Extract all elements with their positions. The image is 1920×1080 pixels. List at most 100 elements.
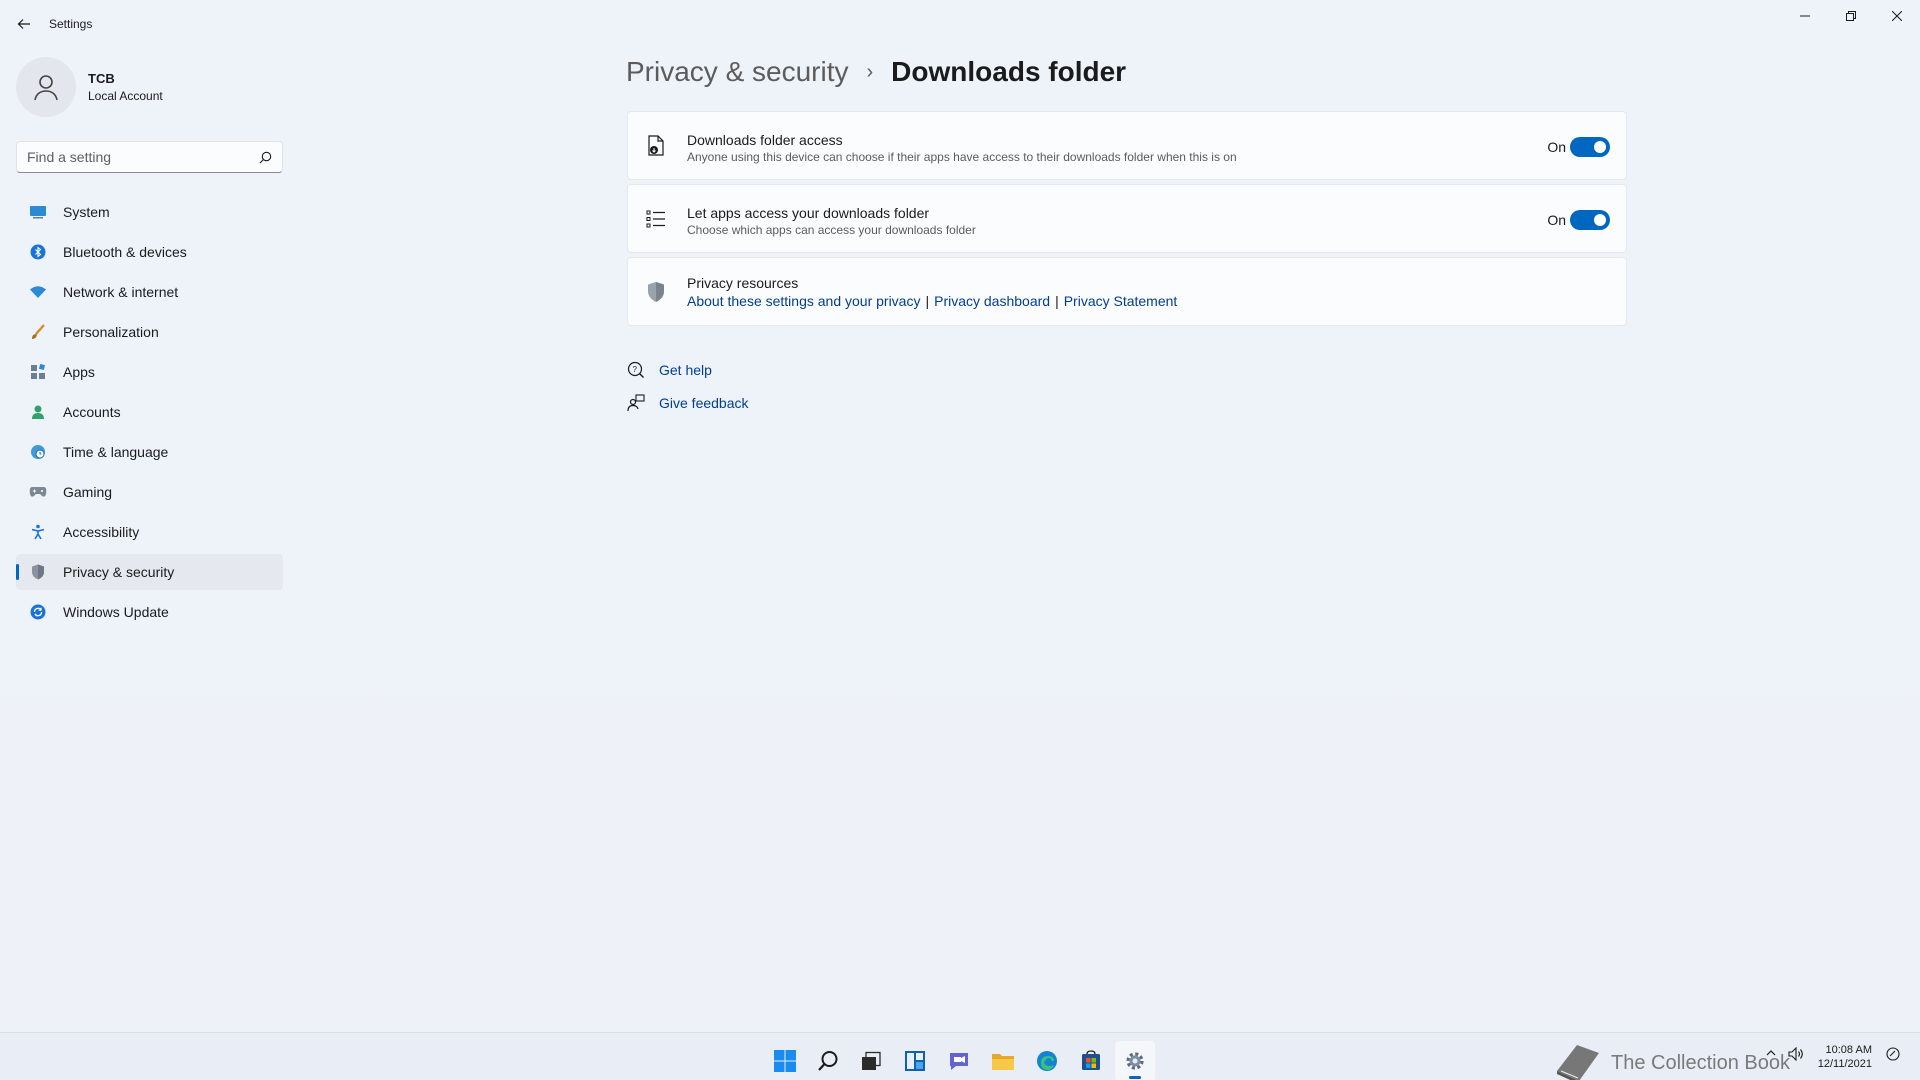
breadcrumb-parent-link[interactable]: Privacy & security — [626, 56, 849, 88]
profile-account-type: Local Account — [88, 89, 163, 103]
toggle-knob — [1594, 214, 1606, 226]
downloads-folder-access-card: Downloads folder access Anyone using thi… — [627, 111, 1627, 180]
watermark: The Collection Book — [1551, 1041, 1790, 1080]
sidebar-item-label: Network & internet — [63, 284, 179, 300]
clock-date: 12/11/2021 — [1817, 1058, 1872, 1070]
person-icon — [28, 402, 48, 422]
minimize-button[interactable] — [1782, 0, 1828, 32]
sidebar-item-label: Bluetooth & devices — [63, 244, 187, 260]
sidebar-item-label: System — [63, 204, 110, 220]
sidebar-item-windows-update[interactable]: Windows Update — [16, 594, 283, 630]
restore-button[interactable] — [1828, 0, 1874, 32]
taskbar-clock[interactable]: 10:08 AM 12/11/2021 — [1818, 1043, 1872, 1071]
privacy-statement-link[interactable]: Privacy Statement — [1064, 293, 1178, 309]
page-title: Downloads folder — [891, 56, 1127, 87]
sidebar-item-bluetooth[interactable]: Bluetooth & devices — [16, 234, 283, 270]
edge-icon — [1037, 1051, 1057, 1071]
get-help-label: Get help — [659, 362, 712, 378]
chevron-up-icon — [1766, 1050, 1776, 1056]
sidebar-item-time-language[interactable]: Time & language — [16, 434, 283, 470]
settings-app-button[interactable] — [1115, 1041, 1155, 1080]
chat-button[interactable] — [939, 1041, 979, 1080]
give-feedback-link[interactable]: Give feedback — [626, 393, 749, 413]
downloads-folder-access-description: Anyone using this device can choose if t… — [687, 150, 1237, 164]
sidebar-item-label: Time & language — [63, 444, 169, 460]
sidebar-item-label: Windows Update — [63, 604, 169, 620]
help-chat-icon: ? — [626, 360, 646, 380]
search-icon[interactable] — [259, 151, 272, 164]
sidebar-item-privacy-security[interactable]: Privacy & security — [16, 554, 283, 590]
sidebar-item-accessibility[interactable]: Accessibility — [16, 514, 283, 550]
toggle-state-label: On — [1547, 139, 1566, 155]
sidebar-item-personalization[interactable]: Personalization — [16, 314, 283, 350]
about-settings-privacy-link[interactable]: About these settings and your privacy — [687, 293, 920, 309]
sidebar-item-gaming[interactable]: Gaming — [16, 474, 283, 510]
gear-icon — [1126, 1052, 1144, 1070]
person-avatar-icon — [34, 75, 58, 101]
show-hidden-icons-button[interactable] — [1766, 1047, 1776, 1061]
globe-clock-icon — [28, 442, 48, 462]
sidebar-item-label: Apps — [63, 364, 95, 380]
sidebar-item-accounts[interactable]: Accounts — [16, 394, 283, 430]
sidebar-item-label: Privacy & security — [63, 564, 175, 580]
sidebar-item-label: Personalization — [63, 324, 159, 340]
close-button[interactable] — [1874, 0, 1920, 32]
privacy-links: About these settings and your privacy | … — [687, 293, 1177, 309]
apps-icon — [28, 362, 48, 382]
avatar — [16, 57, 76, 117]
teams-chat-icon — [950, 1053, 968, 1070]
windows-logo-icon — [774, 1050, 796, 1072]
book-icon — [1557, 1045, 1600, 1080]
sidebar-item-system[interactable]: System — [16, 194, 283, 230]
download-file-icon — [644, 134, 668, 158]
sidebar-item-label: Accounts — [63, 404, 121, 420]
profile-name: TCB — [88, 71, 115, 86]
clock-time: 10:08 AM — [1825, 1044, 1872, 1056]
system-icon — [28, 202, 48, 222]
list-icon — [644, 207, 668, 231]
update-icon — [28, 602, 48, 622]
task-view-button[interactable] — [851, 1041, 891, 1080]
link-separator: | — [1055, 293, 1059, 309]
privacy-dashboard-link[interactable]: Privacy dashboard — [934, 293, 1050, 309]
sidebar-item-network[interactable]: Network & internet — [16, 274, 283, 310]
back-arrow-icon — [17, 19, 30, 29]
toggle-state-label: On — [1547, 212, 1566, 228]
toggle-knob — [1594, 141, 1606, 153]
search-box — [16, 141, 283, 173]
downloads-folder-access-toggle[interactable] — [1570, 137, 1610, 157]
widgets-button[interactable] — [895, 1041, 935, 1080]
back-button[interactable] — [10, 12, 38, 36]
gamepad-icon — [28, 482, 48, 502]
microsoft-store-button[interactable] — [1071, 1041, 1111, 1080]
taskbar-search-button[interactable] — [808, 1041, 848, 1080]
edge-browser-button[interactable] — [1027, 1041, 1067, 1080]
title-bar: Settings — [0, 0, 1920, 48]
sidebar-item-label: Gaming — [63, 484, 113, 500]
sidebar-nav: System Bluetooth & devices Network & int… — [16, 194, 283, 634]
bluetooth-icon — [28, 242, 48, 262]
wifi-icon — [28, 282, 48, 302]
user-profile[interactable]: TCB Local Account — [16, 57, 163, 117]
sidebar-item-label: Accessibility — [63, 524, 140, 540]
accessibility-icon — [28, 522, 48, 542]
brush-icon — [28, 322, 48, 342]
privacy-resources-card: Privacy resources About these settings a… — [627, 257, 1627, 326]
taskbar: The Collection Book 10:08 AM 12/11/2021 — [0, 1032, 1920, 1080]
sidebar-item-apps[interactable]: Apps — [16, 354, 283, 390]
get-help-link[interactable]: ? Get help — [626, 360, 712, 380]
minimize-icon — [1800, 15, 1810, 17]
folder-icon — [992, 1054, 1014, 1070]
volume-button[interactable] — [1788, 1046, 1804, 1064]
speaker-icon — [1788, 1046, 1803, 1062]
start-button[interactable] — [765, 1041, 805, 1080]
notifications-button[interactable] — [1886, 1047, 1900, 1064]
apps-access-title: Let apps access your downloads folder — [687, 205, 930, 221]
feedback-icon — [626, 393, 646, 413]
search-input[interactable] — [27, 149, 259, 165]
file-explorer-button[interactable] — [983, 1041, 1023, 1080]
store-icon — [1082, 1050, 1100, 1070]
apps-access-toggle[interactable] — [1570, 210, 1610, 230]
restore-icon — [1846, 11, 1856, 21]
downloads-folder-access-title: Downloads folder access — [687, 132, 843, 148]
